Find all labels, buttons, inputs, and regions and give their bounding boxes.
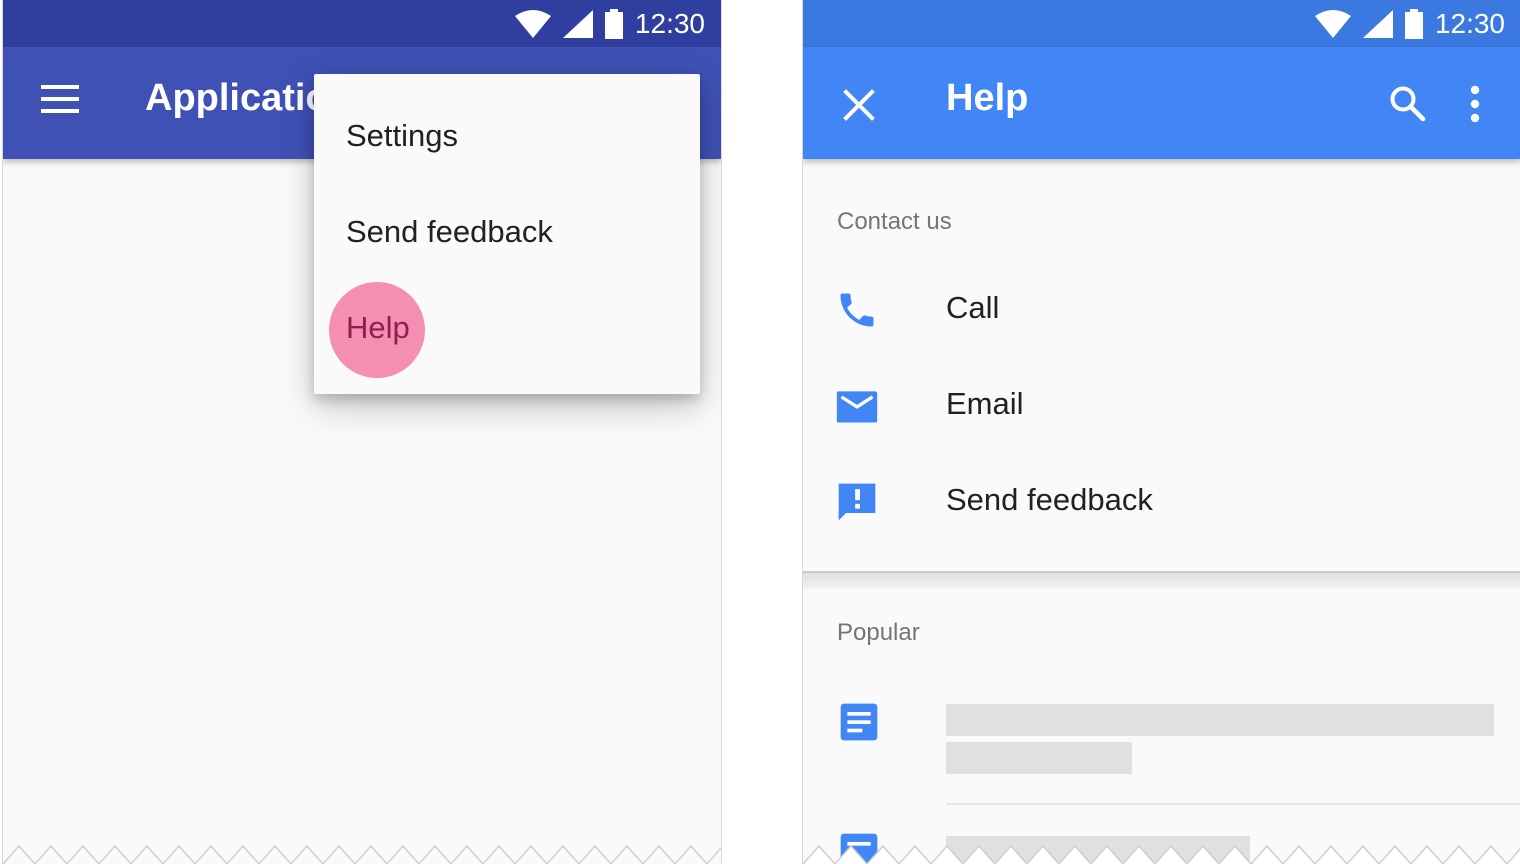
close-icon[interactable] [843,89,875,121]
section-divider [803,571,1520,589]
wifi-icon [514,9,551,38]
menu-item-send-feedback[interactable]: Send feedback [346,214,553,250]
app-bar: Help [803,47,1520,159]
list-divider [946,803,1520,805]
list-item-call[interactable]: Call [803,270,1520,350]
menu-icon[interactable] [41,83,83,115]
status-time: 12:30 [634,7,705,39]
status-time: 12:30 [1434,7,1505,39]
phone-left: 12:30 Application Settings Send feedback… [2,0,722,864]
list-item-label: Call [946,290,1000,325]
overflow-menu: Settings Send feedback Help [314,74,700,394]
signal-icon [1362,9,1393,38]
placeholder-line [946,742,1132,774]
signal-icon [562,9,593,38]
feedback-icon [838,483,876,521]
status-bar: 12:30 [3,0,721,47]
placeholder-line [946,704,1494,736]
list-item-label: Send feedback [946,482,1153,517]
article-icon[interactable] [839,702,879,742]
torn-edge [3,844,721,864]
list-item-label: Email [946,386,1024,421]
list-item-email[interactable]: Email [803,366,1520,446]
wifi-icon [1314,9,1351,38]
battery-icon [604,8,623,39]
search-icon[interactable] [1389,85,1427,123]
menu-item-settings[interactable]: Settings [346,118,458,154]
status-bar: 12:30 [803,0,1520,47]
list-item-send-feedback[interactable]: Send feedback [803,462,1520,542]
page-title: Help [946,77,1029,119]
section-label-contact: Contact us [837,208,952,235]
phone-right: 12:30 Help Contact us Call Email Send fe… [802,0,1520,864]
battery-icon [1404,8,1423,39]
more-vert-icon[interactable] [1469,85,1481,123]
email-icon [836,391,878,423]
torn-edge [803,844,1520,864]
section-label-popular: Popular [837,619,920,646]
phone-icon [840,293,874,327]
menu-item-help[interactable]: Help [346,310,410,346]
